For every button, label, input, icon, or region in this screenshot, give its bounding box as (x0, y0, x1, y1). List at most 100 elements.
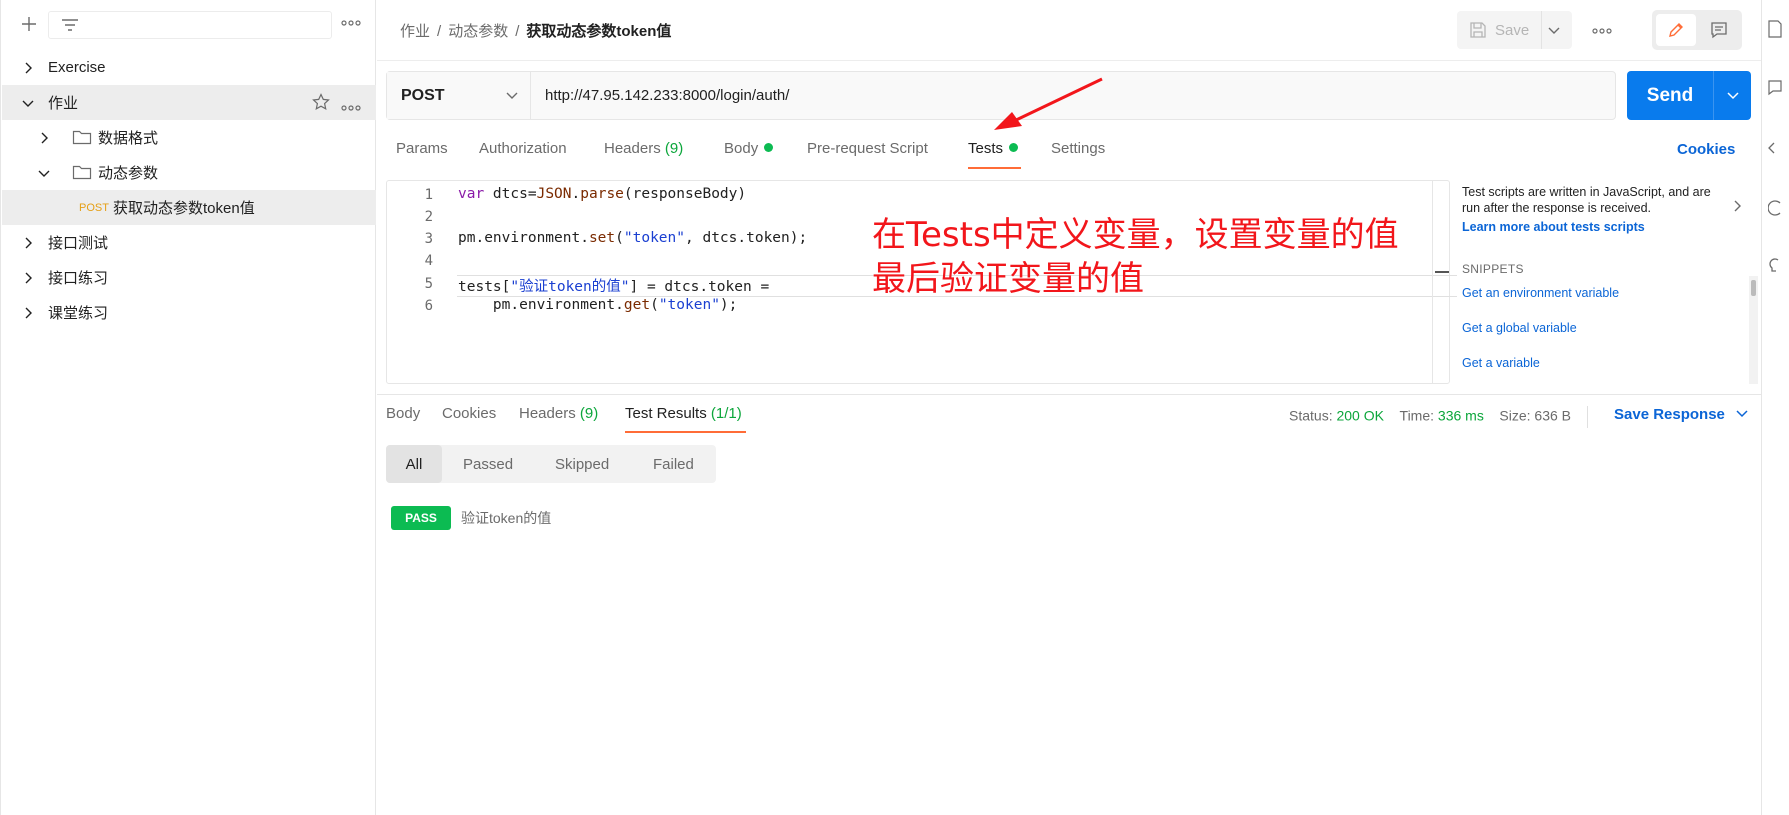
star-icon[interactable] (312, 93, 330, 115)
size-value[interactable]: 636 B (1534, 408, 1571, 424)
test-result-name: 验证token的值 (461, 510, 552, 526)
chevron-down-icon (37, 166, 51, 180)
snippets-panel: Test scripts are written in JavaScript, … (1462, 184, 1758, 384)
annotation-line: 最后验证变量的值 (872, 259, 1144, 299)
cookies-link[interactable]: Cookies (1677, 141, 1735, 158)
editor-scrollbar[interactable] (1432, 181, 1433, 383)
filter-icon (62, 19, 78, 31)
sidebar-item-request[interactable]: POST 获取动态参数token值 (2, 190, 376, 225)
new-collection-button[interactable] (17, 12, 41, 36)
method-tag: POST (79, 201, 109, 214)
tab-response-body[interactable]: Body (386, 405, 420, 422)
sidebar-item-label: 接口测试 (48, 235, 109, 252)
snippet-item[interactable]: Get a variable (1462, 356, 1540, 370)
sidebar-item-api-test[interactable]: 接口测试 (2, 225, 376, 260)
comment-icon[interactable] (1768, 80, 1788, 100)
page-title[interactable]: 获取动态参数token值 (526, 23, 671, 40)
breadcrumb-item[interactable]: 作业 (400, 23, 430, 40)
send-button[interactable]: Send (1627, 71, 1751, 120)
chevron-right-icon (21, 306, 35, 320)
editor-marker (1435, 271, 1449, 273)
chevron-right-icon (21, 271, 35, 285)
tab-pre-request-script[interactable]: Pre-request Script (807, 140, 928, 157)
divider (1586, 406, 1588, 428)
tab-headers[interactable]: Headers (9) (604, 140, 683, 157)
tab-test-results[interactable]: Test Results (1/1) (625, 405, 742, 422)
edit-mode-button[interactable] (1656, 14, 1696, 46)
snippets-scroll-thumb[interactable] (1751, 280, 1756, 296)
method-select[interactable]: POST (387, 72, 531, 119)
comments-button[interactable] (1699, 14, 1739, 46)
sidebar-item-api-practice[interactable]: 接口练习 (2, 260, 376, 295)
active-tab-indicator (625, 431, 746, 433)
annotation-arrow (994, 77, 1103, 130)
more-horizontal-icon[interactable] (341, 99, 361, 116)
snippet-item[interactable]: Get an environment variable (1462, 286, 1619, 300)
tab-tests[interactable]: Tests (968, 140, 1019, 157)
code-icon[interactable] (1768, 140, 1788, 160)
line-number: 1 (424, 187, 433, 203)
chevron-down-icon[interactable] (1726, 88, 1740, 105)
tab-response-headers[interactable]: Headers (9) (519, 405, 598, 422)
line-number: 3 (424, 231, 433, 247)
folder-icon (72, 163, 92, 181)
save-response-button[interactable]: Save Response (1614, 406, 1749, 423)
size-label: Size: (1499, 407, 1531, 424)
sidebar-item-label: 动态参数 (98, 165, 159, 182)
tab-authorization[interactable]: Authorization (479, 140, 567, 157)
sidebar-item-label: 作业 (48, 95, 79, 112)
line-number: 2 (424, 209, 433, 225)
snippets-description: Test scripts are written in JavaScript, … (1462, 185, 1711, 215)
save-button[interactable]: Save (1457, 11, 1572, 49)
tab-label: Tests (968, 140, 1004, 157)
sidebar-more-button[interactable] (341, 14, 361, 30)
code-line: pm.environment.get("token"); (458, 297, 738, 313)
line-number: 5 (424, 276, 433, 292)
filter-all[interactable]: All (386, 445, 442, 483)
more-options-button[interactable] (1592, 22, 1612, 38)
tab-response-cookies[interactable]: Cookies (442, 405, 496, 422)
sidebar-item-data-format[interactable]: 数据格式 (2, 120, 376, 155)
status-value[interactable]: 200 OK (1336, 408, 1383, 424)
tab-label: Body (724, 140, 759, 157)
sidebar-item-dynamic-params[interactable]: 动态参数 (2, 155, 376, 190)
pencil-icon (1669, 23, 1683, 37)
save-divider (1541, 11, 1542, 49)
filter-failed[interactable]: Failed (653, 445, 694, 483)
chevron-down-icon (1736, 410, 1748, 418)
sidebar-item-class-practice[interactable]: 课堂练习 (2, 295, 376, 330)
filter-skipped[interactable]: Skipped (555, 445, 609, 483)
divider (377, 394, 1761, 395)
sidebar-item-zuoye[interactable]: 作业 (2, 85, 376, 120)
tab-params[interactable]: Params (396, 140, 448, 157)
chevron-down-icon[interactable] (1547, 23, 1561, 40)
sidebar-item-exercise[interactable]: Exercise (2, 50, 376, 85)
chevron-down-icon (21, 96, 35, 110)
sidebar: Exercise 作业 数据格式 动态参数 POST 获取动态参数token值 (0, 0, 376, 815)
sidebar-item-label: 接口练习 (48, 270, 109, 287)
code-line: var dtcs=JSON.parse(responseBody) (458, 186, 747, 202)
learn-more-link[interactable]: Learn more about tests scripts (1462, 220, 1645, 234)
save-label: Save (1495, 21, 1530, 39)
divider (377, 60, 1761, 61)
status-label: Status: (1289, 407, 1333, 424)
documentation-icon[interactable] (1768, 20, 1788, 40)
sidebar-toolbar (1, 0, 377, 50)
snippet-item[interactable]: Get a global variable (1462, 321, 1577, 335)
time-value[interactable]: 336 ms (1438, 408, 1484, 424)
tab-body[interactable]: Body (724, 140, 774, 157)
headers-count: (9) (664, 140, 684, 157)
lightbulb-icon[interactable] (1768, 258, 1788, 278)
method-label: POST (401, 86, 445, 104)
info-icon[interactable] (1767, 200, 1788, 220)
chevron-right-icon[interactable] (1730, 199, 1744, 213)
annotation-line: 在Tests中定义变量，设置变量的值 (872, 215, 1399, 255)
line-gutter: 1 2 3 4 5 6 (387, 181, 441, 383)
filter-input[interactable] (48, 11, 332, 39)
tab-settings[interactable]: Settings (1051, 140, 1105, 157)
breadcrumb-item[interactable]: 动态参数 (448, 23, 508, 40)
code-line: tests["验证token的值"] = dtcs.token = (458, 279, 770, 295)
response-status-bar: Status: 200 OK Time: 336 ms Size: 636 B (1289, 406, 1598, 428)
filter-passed[interactable]: Passed (463, 445, 513, 483)
tab-label: Headers (519, 405, 576, 422)
